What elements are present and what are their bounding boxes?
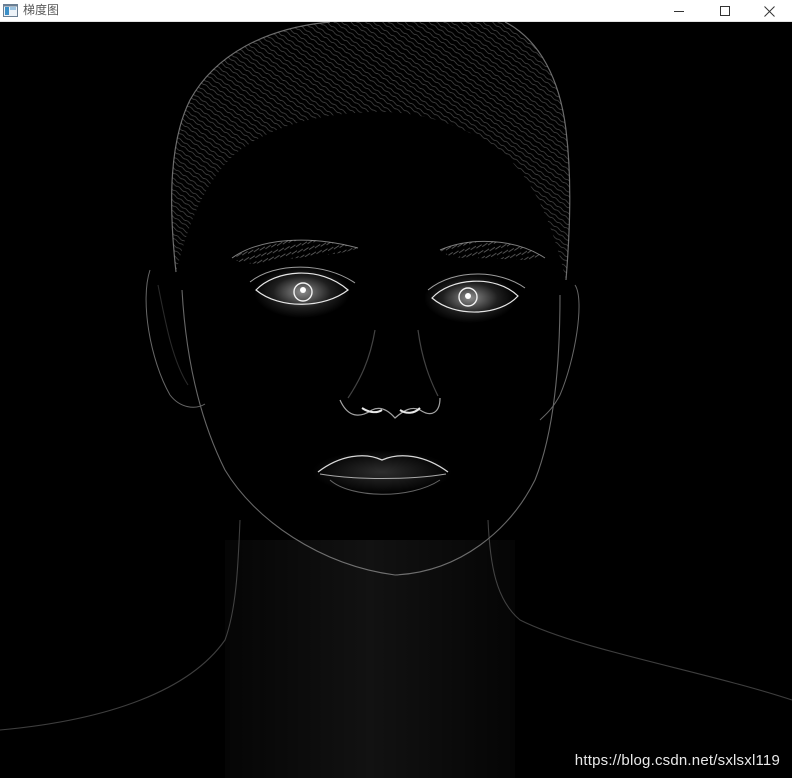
image-window: 梯度图 https://blog.csdn.net/sxlsxl119	[0, 0, 792, 778]
watermark-text: https://blog.csdn.net/sxlsxl119	[574, 752, 780, 769]
neck-texture	[225, 540, 515, 778]
maximize-button[interactable]	[702, 0, 748, 22]
title-bar[interactable]: 梯度图	[0, 0, 792, 22]
minimize-icon	[674, 11, 684, 12]
app-icon	[3, 4, 18, 17]
gradient-image-canvas[interactable]: https://blog.csdn.net/sxlsxl119	[0, 22, 792, 778]
lip-edges	[312, 450, 452, 495]
gradient-face-image	[0, 22, 792, 778]
close-icon	[763, 5, 775, 17]
minimize-button[interactable]	[656, 0, 702, 22]
maximize-icon	[720, 6, 730, 16]
close-button[interactable]	[746, 0, 792, 22]
window-title: 梯度图	[23, 3, 60, 17]
